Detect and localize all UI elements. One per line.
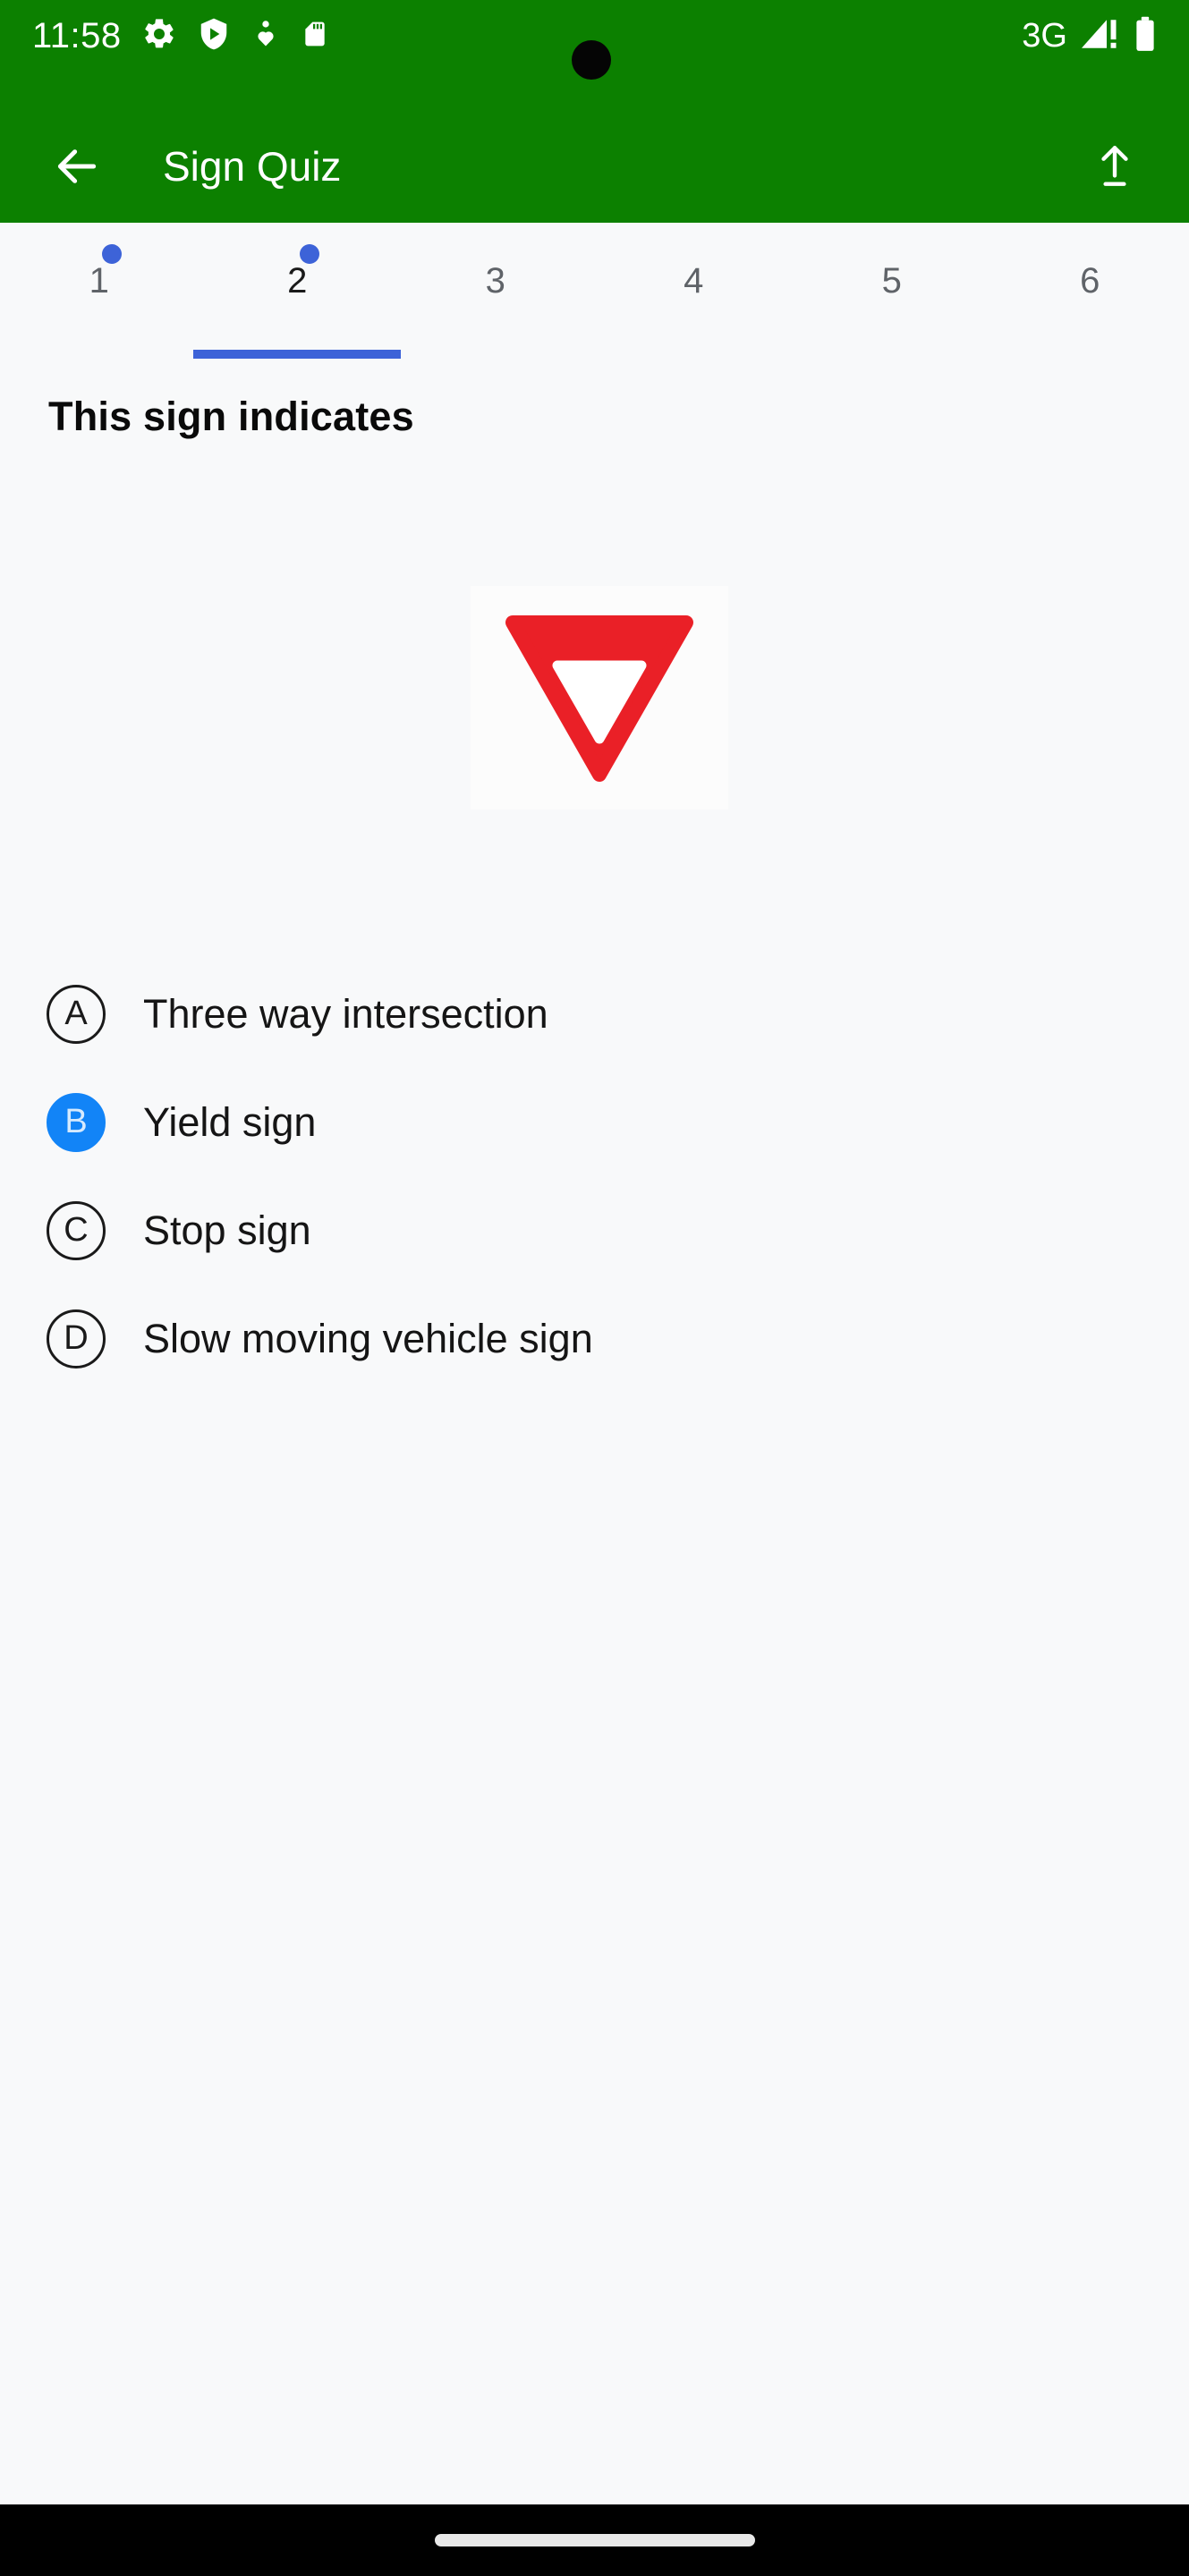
option-badge-b[interactable]: B — [47, 1092, 106, 1152]
home-indicator[interactable] — [434, 2534, 755, 2546]
option-label-a: Three way intersection — [143, 990, 548, 1037]
status-clock: 11:58 — [32, 16, 122, 55]
tab-question-4[interactable]: 4 — [595, 223, 794, 359]
option-badge-a[interactable]: A — [47, 984, 106, 1044]
tab-question-2[interactable]: 2 — [193, 223, 402, 359]
cellular-signal-alert-icon — [1080, 15, 1121, 57]
option-label-c: Stop sign — [143, 1207, 311, 1253]
tab-active-indicator — [193, 350, 402, 359]
tab-label: 2 — [287, 261, 308, 301]
answer-options-list: A Three way intersection B Yield sign C … — [0, 960, 1189, 1393]
option-row-d[interactable]: D Slow moving vehicle sign — [0, 1284, 1189, 1393]
tab-answered-dot — [101, 244, 122, 264]
tab-label: 4 — [684, 261, 704, 301]
app-title: Sign Quiz — [163, 142, 342, 190]
yield-sign-graphic — [505, 615, 693, 782]
option-row-b[interactable]: B Yield sign — [0, 1068, 1189, 1176]
sd-card-icon — [301, 16, 329, 56]
accessibility-person-icon — [251, 16, 281, 56]
option-label-b: Yield sign — [143, 1098, 317, 1145]
tab-question-3[interactable]: 3 — [396, 223, 595, 359]
tab-label: 3 — [485, 261, 505, 301]
status-bar-right-group: 3G — [1022, 14, 1157, 57]
back-arrow-icon — [57, 148, 97, 183]
battery-full-icon — [1134, 15, 1157, 57]
yield-sign-image — [471, 586, 728, 809]
tab-label: 5 — [881, 261, 902, 301]
camera-punch-hole — [572, 40, 611, 80]
tab-answered-dot — [300, 244, 320, 264]
option-row-c[interactable]: C Stop sign — [0, 1176, 1189, 1284]
play-protect-shield-icon — [197, 16, 231, 56]
network-type-label: 3G — [1022, 17, 1067, 55]
upload-icon — [1101, 145, 1128, 186]
option-label-d: Slow moving vehicle sign — [143, 1315, 593, 1361]
option-badge-c[interactable]: C — [47, 1200, 106, 1260]
option-badge-d[interactable]: D — [47, 1309, 106, 1368]
question-prompt: This sign indicates — [48, 394, 414, 439]
system-navigation-bar — [0, 2504, 1189, 2576]
tab-question-1[interactable]: 1 — [0, 223, 199, 359]
option-row-a[interactable]: A Three way intersection — [0, 960, 1189, 1068]
app-screen: 11:58 3G Sign Quiz 1 2 3 4 5 6 This sign… — [0, 0, 1189, 2576]
gear-icon — [141, 16, 177, 56]
question-tab-bar: 1 2 3 4 5 6 — [0, 223, 1189, 359]
tab-question-6[interactable]: 6 — [991, 223, 1189, 359]
tab-label: 1 — [89, 261, 109, 301]
back-button[interactable] — [34, 123, 120, 209]
tab-question-5[interactable]: 5 — [793, 223, 991, 359]
app-bar: Sign Quiz — [0, 109, 1189, 223]
tab-label: 6 — [1080, 261, 1100, 301]
status-bar-left-group: 11:58 — [32, 14, 329, 57]
upload-button[interactable] — [1076, 128, 1153, 205]
